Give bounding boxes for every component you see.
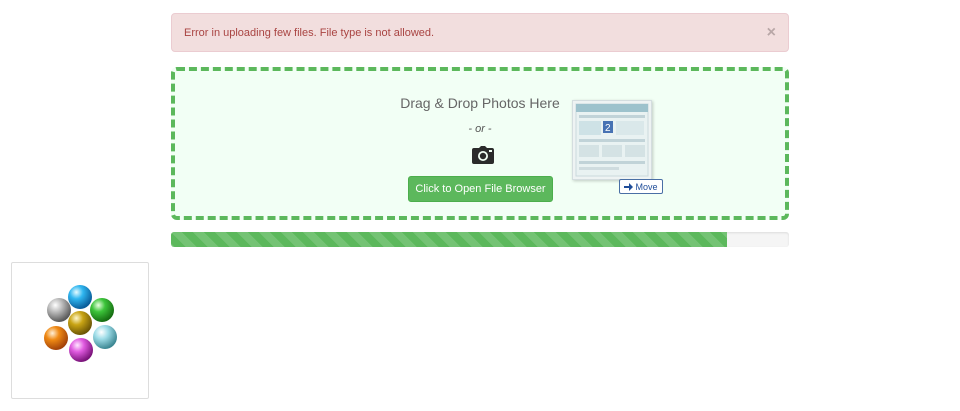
camera-icon: [472, 146, 494, 164]
photo-dropzone[interactable]: Drag & Drop Photos Here - or - Click to …: [171, 67, 789, 220]
error-alert: Error in uploading few files. File type …: [171, 13, 789, 52]
close-icon[interactable]: ×: [767, 24, 776, 41]
upload-progress-bar: [171, 232, 728, 247]
colored-spheres-image: [44, 285, 117, 362]
dropzone-title: Drag & Drop Photos Here: [400, 95, 560, 111]
uploaded-thumbnail[interactable]: [11, 262, 149, 399]
badge-number: 2: [605, 123, 611, 134]
dragged-file-preview: 2: [572, 100, 652, 180]
error-message: Error in uploading few files. File type …: [184, 26, 435, 39]
move-tooltip: Move: [619, 179, 663, 194]
move-label: Move: [635, 181, 658, 192]
arrow-right-icon: [624, 182, 634, 191]
dropzone-or-text: - or -: [468, 123, 492, 135]
open-file-browser-button[interactable]: Click to Open File Browser: [408, 176, 553, 202]
upload-progress: [171, 232, 789, 247]
screenshot-thumbnail-image: 2: [575, 103, 649, 177]
